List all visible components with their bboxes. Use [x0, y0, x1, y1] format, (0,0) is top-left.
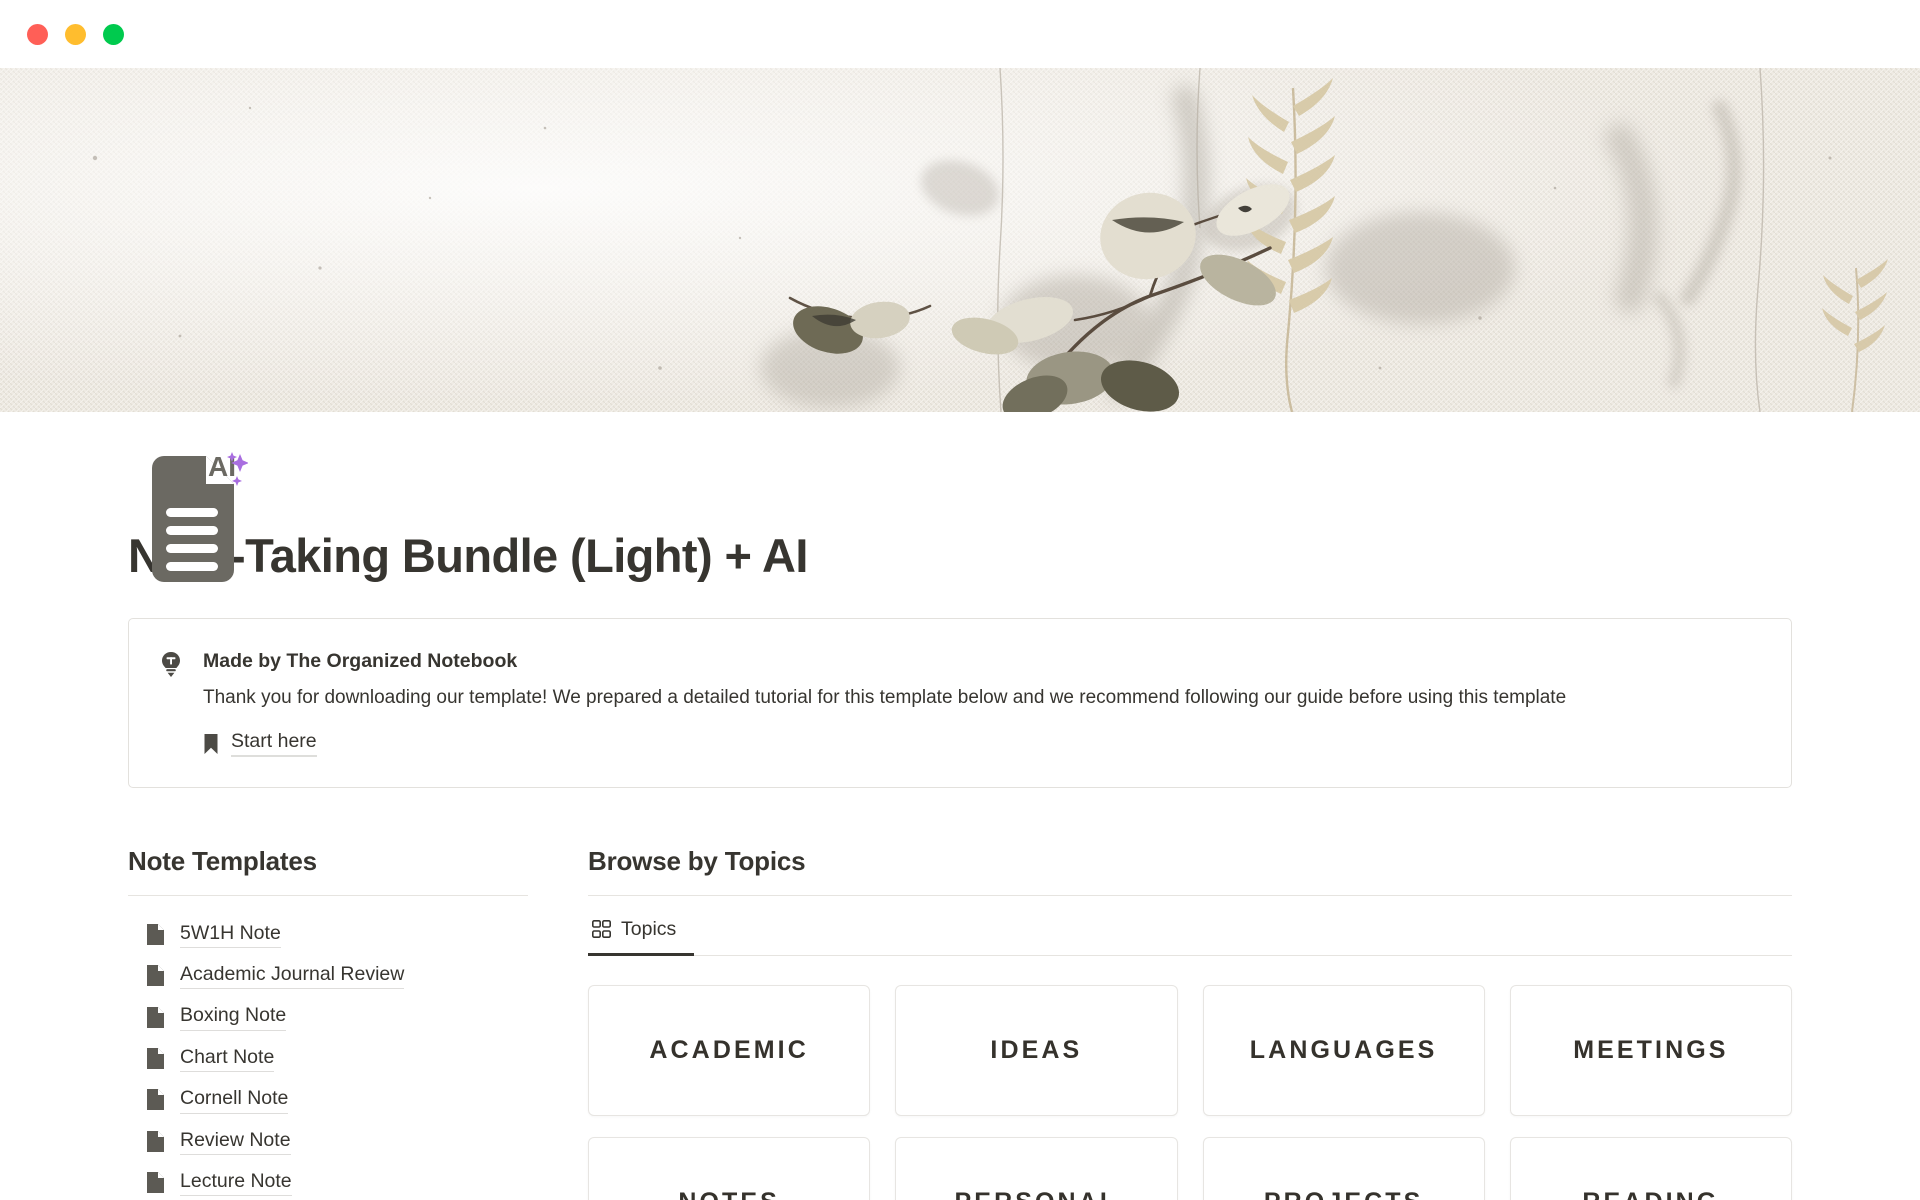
start-here-link[interactable]: Start here	[231, 730, 317, 758]
template-label: Boxing Note	[180, 1003, 287, 1031]
template-label: 5W1H Note	[180, 921, 281, 949]
topic-card-label: NOTES	[678, 1188, 780, 1200]
window-zoom-button[interactable]	[103, 23, 124, 45]
document-icon	[147, 1089, 164, 1111]
bookmark-icon	[204, 733, 218, 754]
page-content: AI Note-Taking Bundle (Light) + AI Made …	[0, 452, 1920, 1200]
lightbulb-icon	[162, 651, 180, 677]
callout-block: Made by The Organized Notebook Thank you…	[128, 617, 1792, 789]
topics-tab-bar: Topics	[588, 896, 1792, 957]
template-list-item[interactable]: 5W1H Note	[128, 914, 528, 955]
topic-card-projects[interactable]: PROJECTS	[1202, 1137, 1485, 1200]
callout-title: Made by The Organized Notebook	[203, 649, 518, 672]
note-templates-list: 5W1H Note Academic Journal Review Boxing…	[128, 896, 528, 1200]
template-label: Review Note	[180, 1128, 291, 1155]
browse-by-topics-column: Browse by Topics Topics ACADEMIC IDEAS L…	[588, 846, 1792, 1200]
document-icon	[147, 923, 164, 945]
tab-topics[interactable]: Topics	[588, 904, 695, 957]
tab-topics-label: Topics	[621, 917, 677, 940]
topic-card-label: LANGUAGES	[1249, 1035, 1438, 1064]
template-list-item[interactable]: Academic Journal Review	[128, 955, 528, 996]
page-title: Note-Taking Bundle (Light) + AI	[128, 529, 808, 582]
grid-icon	[592, 919, 611, 938]
topic-card-label: READING	[1582, 1188, 1719, 1200]
template-list-item[interactable]: Chart Note	[128, 1038, 528, 1079]
topic-card-languages[interactable]: LANGUAGES	[1202, 985, 1485, 1117]
topic-card-ideas[interactable]: IDEAS	[895, 985, 1178, 1117]
topic-card-label: MEETINGS	[1573, 1035, 1729, 1064]
content-columns: Note Templates 5W1H Note Academic Journa…	[128, 846, 1792, 1200]
window-minimize-button[interactable]	[65, 23, 86, 45]
template-list-item[interactable]: Lecture Note	[128, 1162, 528, 1200]
document-icon	[147, 1006, 164, 1028]
window-close-button[interactable]	[27, 23, 48, 45]
callout-link-row: Start here	[203, 730, 1761, 758]
document-icon	[147, 965, 164, 987]
template-list-item[interactable]: Cornell Note	[128, 1079, 528, 1120]
window-title-bar	[0, 0, 1920, 68]
topic-card-label: IDEAS	[990, 1035, 1083, 1064]
document-icon	[147, 1047, 164, 1069]
document-ai-icon[interactable]: AI	[148, 452, 248, 587]
callout-text: Thank you for downloading our template! …	[203, 686, 1567, 708]
template-list-item[interactable]: Review Note	[128, 1121, 528, 1162]
template-label: Chart Note	[180, 1045, 275, 1073]
note-templates-column: Note Templates 5W1H Note Academic Journa…	[128, 846, 528, 1200]
document-icon	[147, 1172, 164, 1194]
template-list-item[interactable]: Boxing Note	[128, 996, 528, 1037]
template-label: Cornell Note	[180, 1086, 289, 1114]
topic-card-academic[interactable]: ACADEMIC	[588, 985, 871, 1117]
document-icon	[147, 1130, 164, 1152]
page-cover-image	[0, 68, 1920, 412]
cover-illustration	[0, 68, 1920, 412]
browse-by-topics-heading: Browse by Topics	[588, 846, 806, 877]
topic-card-personal[interactable]: PERSONAL	[895, 1137, 1178, 1200]
topic-cards-grid: ACADEMIC IDEAS LANGUAGES MEETINGS NOTES …	[588, 985, 1792, 1200]
topic-card-notes[interactable]: NOTES	[588, 1137, 871, 1200]
topic-card-label: PROJECTS	[1264, 1188, 1424, 1200]
topic-card-reading[interactable]: READING	[1509, 1137, 1792, 1200]
template-label: Academic Journal Review	[180, 962, 405, 990]
topic-card-label: PERSONAL	[955, 1188, 1119, 1200]
note-templates-heading: Note Templates	[128, 846, 317, 877]
template-label: Lecture Note	[180, 1169, 292, 1197]
topic-card-meetings[interactable]: MEETINGS	[1509, 985, 1792, 1117]
topic-card-label: ACADEMIC	[649, 1035, 809, 1064]
